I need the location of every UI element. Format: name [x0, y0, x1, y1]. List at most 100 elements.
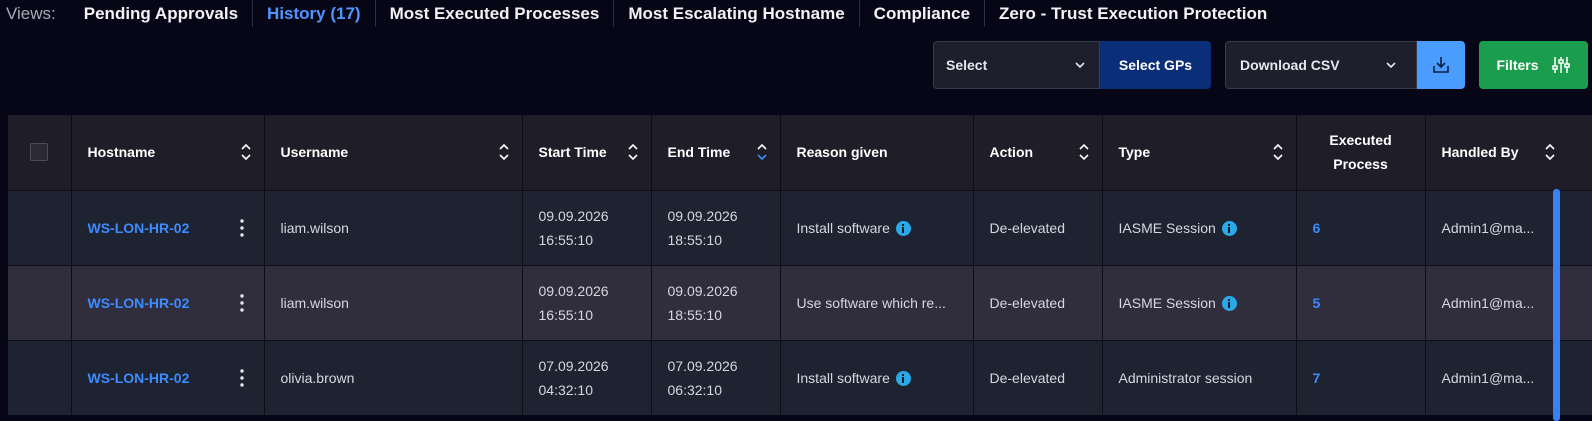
end-date: 07.09.2026	[667, 357, 738, 374]
info-icon[interactable]	[895, 220, 911, 236]
end-date: 09.09.2026	[667, 207, 738, 224]
executed-process-link[interactable]: 6	[1313, 220, 1321, 236]
column-header-end-time[interactable]: End Time	[651, 115, 781, 190]
start-time: 04:32:10	[538, 381, 594, 398]
more-options-icon[interactable]	[239, 218, 244, 237]
info-icon[interactable]	[1221, 295, 1237, 311]
toolbar: Select Select GPs Download CSV Filters	[933, 41, 1588, 89]
hostname-link[interactable]: WS-LON-HR-02	[88, 366, 190, 390]
type-cell: Administrator session	[1102, 339, 1297, 415]
handled-by-cell: Admin1@ma...	[1425, 339, 1592, 415]
table-row[interactable]: WS-LON-HR-02 liam.wilson 09.09.2026 16:55…	[8, 189, 1592, 265]
info-icon[interactable]	[895, 370, 911, 386]
column-label: Start Time	[538, 144, 607, 161]
reason-text: Install software	[796, 369, 890, 386]
chevron-down-icon	[1075, 62, 1085, 69]
column-label: Action	[989, 144, 1034, 161]
sort-icon[interactable]	[1272, 142, 1284, 162]
start-time-cell: 09.09.2026 16:55:10	[522, 264, 652, 340]
select-all-cell	[8, 115, 72, 190]
reason-text: Install software	[796, 219, 890, 236]
select-gps-button[interactable]: Select GPs	[1100, 41, 1211, 89]
end-time: 18:55:10	[667, 306, 723, 323]
type-text: IASME Session	[1118, 294, 1216, 311]
row-select-cell	[8, 189, 72, 265]
group-select-dropdown[interactable]: Select	[933, 41, 1100, 89]
executed-process-cell: 6	[1296, 189, 1426, 265]
sort-icon[interactable]	[1078, 142, 1090, 162]
column-header-start-time[interactable]: Start Time	[522, 115, 652, 190]
column-label: Type	[1118, 144, 1151, 161]
sort-icon[interactable]	[627, 142, 639, 162]
handled-by-cell: Admin1@ma...	[1425, 264, 1592, 340]
start-time-cell: 09.09.2026 16:55:10	[522, 189, 652, 265]
info-icon[interactable]	[1221, 220, 1237, 236]
start-time: 16:55:10	[538, 231, 594, 248]
more-options-icon[interactable]	[239, 369, 244, 387]
executed-process-cell: 7	[1296, 339, 1426, 415]
executed-process-cell: 5	[1296, 264, 1426, 340]
table-scrollbar[interactable]	[1553, 189, 1560, 421]
tab-compliance[interactable]: Compliance	[860, 0, 984, 27]
column-label: Executed Process	[1329, 132, 1392, 173]
chevron-down-icon	[1386, 62, 1396, 69]
filters-button[interactable]: Filters	[1479, 41, 1588, 89]
start-date: 09.09.2026	[538, 207, 609, 224]
hostname-cell: WS-LON-HR-02	[71, 339, 265, 415]
tab-zero-trust[interactable]: Zero - Trust Execution Protection	[985, 0, 1281, 27]
start-date: 07.09.2026	[538, 357, 609, 374]
hostname-cell: WS-LON-HR-02	[71, 189, 265, 265]
column-label: Handled By	[1441, 144, 1519, 161]
column-label: Reason given	[796, 144, 888, 161]
history-table: Hostname Username Start Time End Time Re…	[8, 115, 1592, 421]
column-label: Username	[280, 144, 349, 161]
row-select-cell	[8, 264, 72, 340]
download-format-dropdown[interactable]: Download CSV	[1225, 41, 1417, 89]
views-label: Views:	[6, 3, 56, 23]
end-time-cell: 07.09.2026 06:32:10	[651, 339, 781, 415]
hostname-link[interactable]: WS-LON-HR-02	[88, 216, 190, 240]
table-row[interactable]: WS-LON-HR-02 liam.wilson 09.09.2026 16:55…	[8, 264, 1592, 340]
table-row[interactable]: WS-LON-HR-02 olivia.brown 07.09.2026 04:3…	[8, 339, 1592, 415]
views-nav: Views: Pending Approvals History (17) Mo…	[6, 0, 1281, 27]
username-cell: olivia.brown	[264, 339, 523, 415]
type-text: IASME Session	[1118, 219, 1216, 236]
end-date: 09.09.2026	[667, 282, 738, 299]
reason-cell: Install software	[780, 339, 974, 415]
more-options-icon[interactable]	[239, 293, 244, 312]
sort-desc-icon[interactable]	[756, 142, 768, 162]
handled-by-cell: Admin1@ma...	[1425, 189, 1592, 265]
column-header-username[interactable]: Username	[264, 115, 523, 190]
column-label: Hostname	[87, 144, 156, 161]
hostname-cell: WS-LON-HR-02	[71, 264, 265, 340]
column-header-hostname[interactable]: Hostname	[71, 115, 265, 190]
start-date: 09.09.2026	[538, 282, 609, 299]
executed-process-link[interactable]: 5	[1313, 295, 1321, 311]
column-header-executed-process: Executed Process	[1296, 115, 1426, 190]
username-cell: liam.wilson	[264, 189, 523, 265]
hostname-link[interactable]: WS-LON-HR-02	[88, 291, 190, 315]
download-button[interactable]	[1417, 41, 1465, 89]
tab-history[interactable]: History (17)	[253, 0, 375, 27]
column-header-reason: Reason given	[780, 115, 974, 190]
type-cell: IASME Session	[1102, 264, 1297, 340]
column-header-type[interactable]: Type	[1102, 115, 1297, 190]
start-time: 16:55:10	[538, 306, 594, 323]
tab-most-executed-processes[interactable]: Most Executed Processes	[376, 0, 614, 27]
end-time-cell: 09.09.2026 18:55:10	[651, 264, 781, 340]
sort-icon[interactable]	[498, 142, 510, 162]
username-cell: liam.wilson	[264, 264, 523, 340]
tab-most-escalating-hostname[interactable]: Most Escalating Hostname	[614, 0, 858, 27]
tab-pending-approvals[interactable]: Pending Approvals	[70, 0, 252, 27]
executed-process-link[interactable]: 7	[1313, 370, 1321, 386]
end-time: 06:32:10	[667, 381, 723, 398]
sort-icon[interactable]	[1544, 142, 1556, 162]
action-cell: De-elevated	[973, 339, 1103, 415]
download-format-value: Download CSV	[1240, 57, 1340, 73]
column-header-handled-by[interactable]: Handled By	[1425, 115, 1592, 190]
sort-icon[interactable]	[240, 142, 252, 162]
column-header-action[interactable]: Action	[973, 115, 1103, 190]
type-cell: IASME Session	[1102, 189, 1297, 265]
group-select-value: Select	[946, 57, 988, 73]
select-all-checkbox[interactable]	[30, 143, 48, 162]
